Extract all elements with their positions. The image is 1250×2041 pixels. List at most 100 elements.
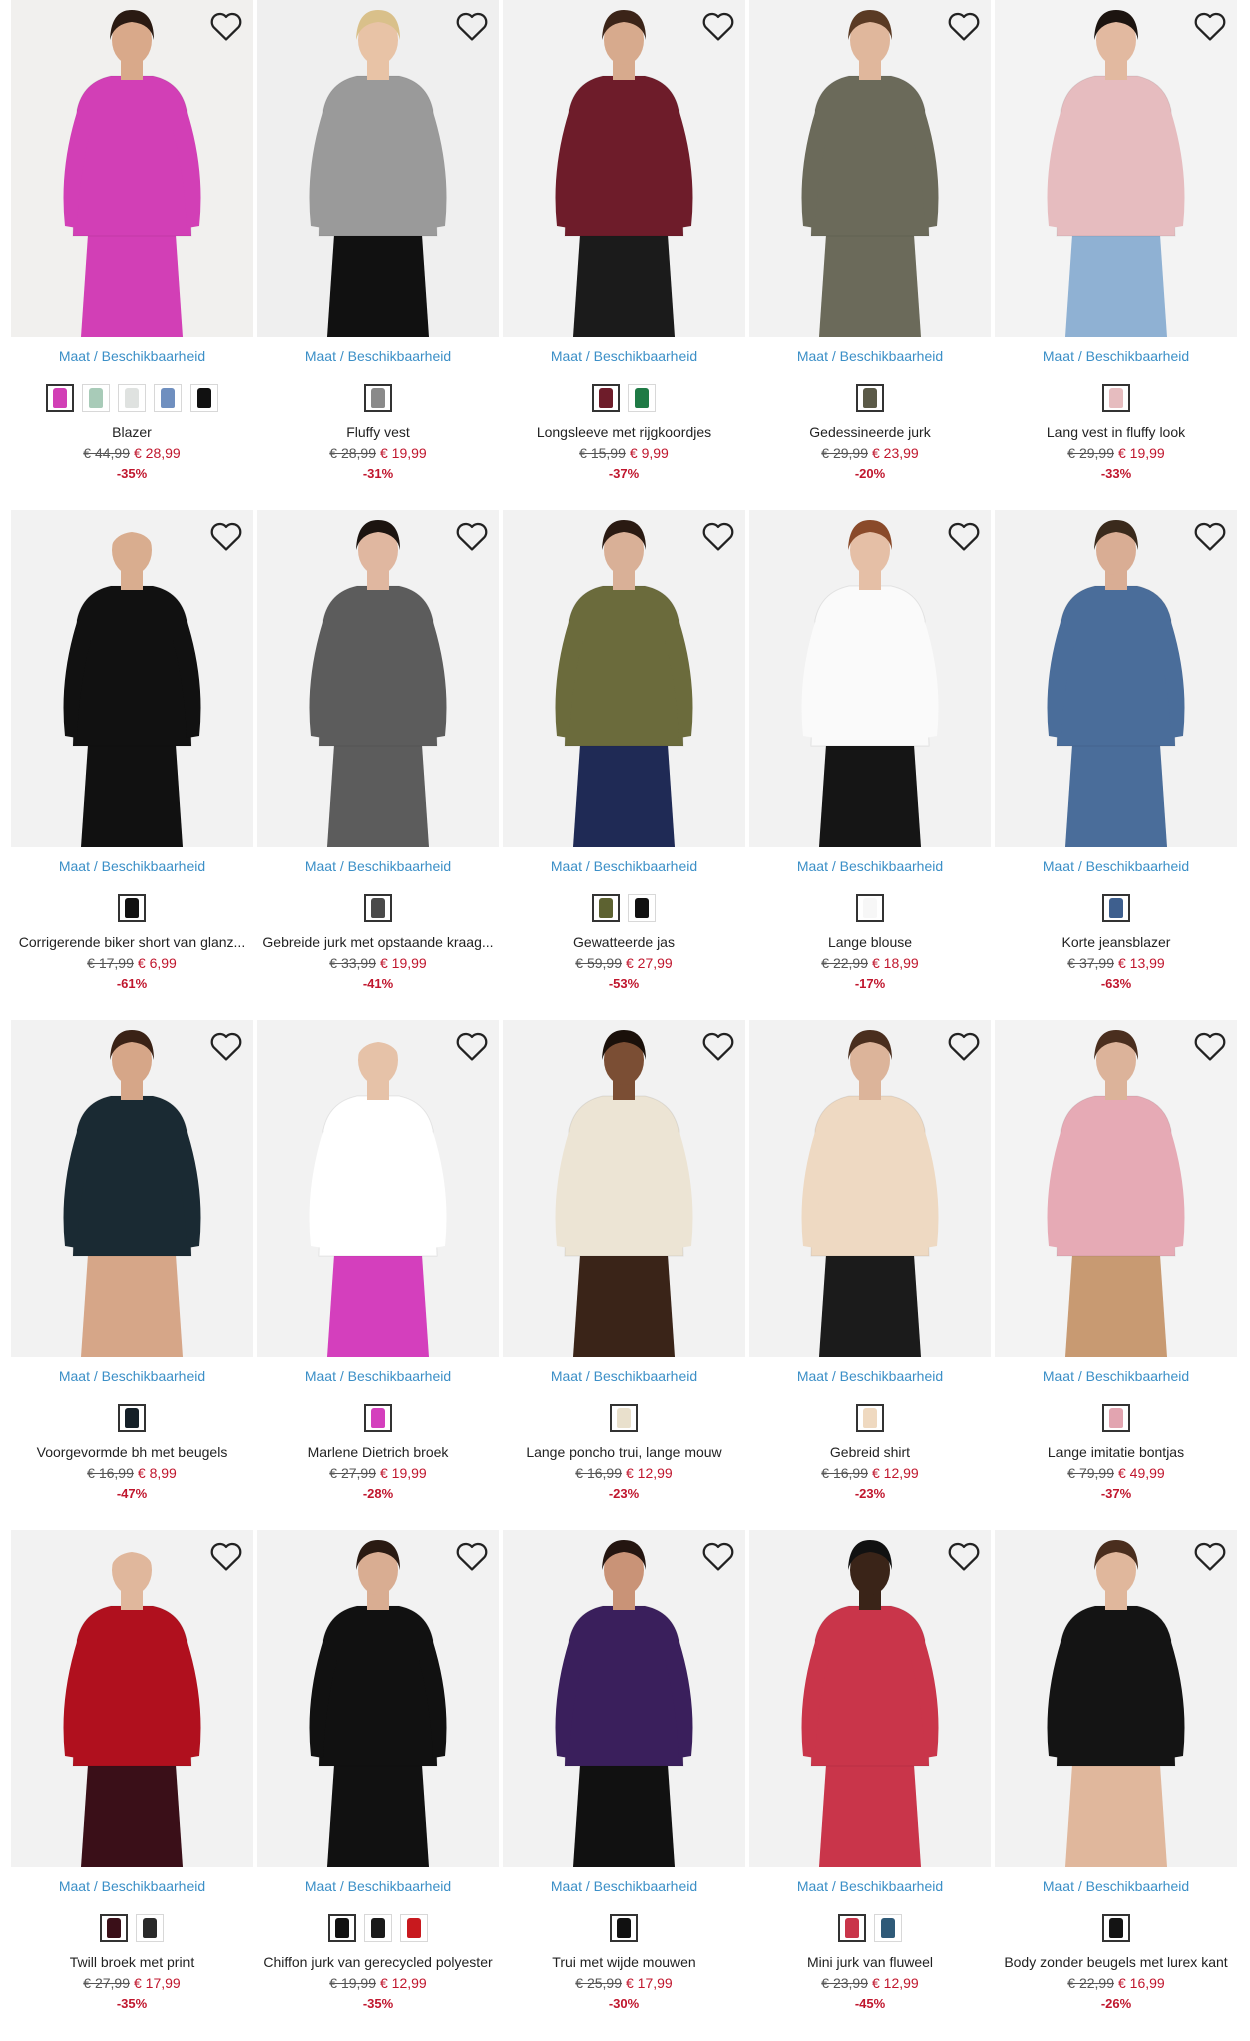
product-name[interactable]: Twill broek met print: [11, 1954, 253, 1970]
color-swatch[interactable]: [610, 1404, 638, 1432]
product-name[interactable]: Fluffy vest: [257, 424, 499, 440]
product-card[interactable]: Maat / Beschikbaarheid Chiffon jurk van g…: [257, 1530, 499, 2040]
product-name[interactable]: Chiffon jurk van gerecycled polyester: [257, 1954, 499, 1970]
color-swatch[interactable]: [364, 1914, 392, 1942]
size-availability-link[interactable]: Maat / Beschikbaarheid: [749, 348, 991, 364]
wishlist-button[interactable]: [947, 1540, 981, 1572]
wishlist-button[interactable]: [455, 1030, 489, 1062]
product-photo[interactable]: [503, 1530, 745, 1867]
product-photo[interactable]: [257, 1020, 499, 1357]
product-card[interactable]: Maat / Beschikbaarheid Lange poncho trui,…: [503, 1020, 745, 1530]
product-name[interactable]: Trui met wijde mouwen: [503, 1954, 745, 1970]
color-swatch[interactable]: [400, 1914, 428, 1942]
product-name[interactable]: Body zonder beugels met lurex kant: [995, 1954, 1237, 1970]
wishlist-button[interactable]: [455, 10, 489, 42]
size-availability-link[interactable]: Maat / Beschikbaarheid: [11, 1878, 253, 1894]
product-name[interactable]: Gewatteerde jas: [503, 934, 745, 950]
product-card[interactable]: Maat / Beschikbaarheid Gebreide jurk met …: [257, 510, 499, 1020]
product-card[interactable]: Maat / Beschikbaarheid Longsleeve met rij…: [503, 0, 745, 510]
product-photo[interactable]: [503, 1020, 745, 1357]
product-photo[interactable]: [995, 510, 1237, 847]
color-swatch[interactable]: [118, 894, 146, 922]
color-swatch[interactable]: [592, 384, 620, 412]
size-availability-link[interactable]: Maat / Beschikbaarheid: [257, 348, 499, 364]
product-photo[interactable]: [995, 1530, 1237, 1867]
product-photo[interactable]: [11, 0, 253, 337]
product-name[interactable]: Longsleeve met rijgkoordjes: [503, 424, 745, 440]
product-photo[interactable]: [749, 510, 991, 847]
size-availability-link[interactable]: Maat / Beschikbaarheid: [257, 1368, 499, 1384]
product-photo[interactable]: [11, 1530, 253, 1867]
color-swatch[interactable]: [46, 384, 74, 412]
product-photo[interactable]: [503, 510, 745, 847]
color-swatch[interactable]: [874, 1914, 902, 1942]
product-card[interactable]: Maat / Beschikbaarheid Korte jeansblazer €…: [995, 510, 1237, 1020]
wishlist-button[interactable]: [209, 1540, 243, 1572]
color-swatch[interactable]: [1102, 1914, 1130, 1942]
size-availability-link[interactable]: Maat / Beschikbaarheid: [257, 858, 499, 874]
product-photo[interactable]: [11, 510, 253, 847]
product-photo[interactable]: [995, 0, 1237, 337]
color-swatch[interactable]: [328, 1914, 356, 1942]
product-card[interactable]: Maat / Beschikbaarheid Gewatteerde jas € 5…: [503, 510, 745, 1020]
product-card[interactable]: Maat / Beschikbaarheid Marlene Dietrich b…: [257, 1020, 499, 1530]
wishlist-button[interactable]: [455, 1540, 489, 1572]
size-availability-link[interactable]: Maat / Beschikbaarheid: [503, 1878, 745, 1894]
product-photo[interactable]: [749, 1020, 991, 1357]
color-swatch[interactable]: [1102, 384, 1130, 412]
product-card[interactable]: Maat / Beschikbaarheid Lange imitatie bon…: [995, 1020, 1237, 1530]
size-availability-link[interactable]: Maat / Beschikbaarheid: [749, 1878, 991, 1894]
size-availability-link[interactable]: Maat / Beschikbaarheid: [749, 858, 991, 874]
wishlist-button[interactable]: [701, 520, 735, 552]
product-name[interactable]: Gebreid shirt: [749, 1444, 991, 1460]
color-swatch[interactable]: [856, 894, 884, 922]
color-swatch[interactable]: [118, 1404, 146, 1432]
product-name[interactable]: Lange blouse: [749, 934, 991, 950]
product-photo[interactable]: [995, 1020, 1237, 1357]
product-name[interactable]: Lang vest in fluffy look: [995, 424, 1237, 440]
size-availability-link[interactable]: Maat / Beschikbaarheid: [503, 1368, 745, 1384]
product-card[interactable]: Maat / Beschikbaarheid Mini jurk van fluw…: [749, 1530, 991, 2040]
size-availability-link[interactable]: Maat / Beschikbaarheid: [11, 1368, 253, 1384]
color-swatch[interactable]: [856, 384, 884, 412]
product-name[interactable]: Gebreide jurk met opstaande kraag...: [257, 934, 499, 950]
product-photo[interactable]: [749, 0, 991, 337]
product-card[interactable]: Maat / Beschikbaarheid Body zonder beugel…: [995, 1530, 1237, 2040]
color-swatch[interactable]: [82, 384, 110, 412]
product-card[interactable]: Maat / Beschikbaarheid Gebreid shirt € 16,…: [749, 1020, 991, 1530]
product-photo[interactable]: [503, 0, 745, 337]
product-name[interactable]: Voorgevormde bh met beugels: [11, 1444, 253, 1460]
wishlist-button[interactable]: [1193, 10, 1227, 42]
color-swatch[interactable]: [364, 1404, 392, 1432]
product-name[interactable]: Mini jurk van fluweel: [749, 1954, 991, 1970]
color-swatch[interactable]: [154, 384, 182, 412]
product-photo[interactable]: [257, 0, 499, 337]
product-card[interactable]: Maat / Beschikbaarheid Trui met wijde mou…: [503, 1530, 745, 2040]
size-availability-link[interactable]: Maat / Beschikbaarheid: [995, 1878, 1237, 1894]
color-swatch[interactable]: [364, 384, 392, 412]
product-card[interactable]: Maat / Beschikbaarheid Lang vest in fluff…: [995, 0, 1237, 510]
wishlist-button[interactable]: [947, 1030, 981, 1062]
wishlist-button[interactable]: [209, 1030, 243, 1062]
color-swatch[interactable]: [1102, 1404, 1130, 1432]
size-availability-link[interactable]: Maat / Beschikbaarheid: [995, 1368, 1237, 1384]
product-name[interactable]: Lange imitatie bontjas: [995, 1444, 1237, 1460]
product-card[interactable]: Maat / Beschikbaarheid Voorgevormde bh me…: [11, 1020, 253, 1530]
size-availability-link[interactable]: Maat / Beschikbaarheid: [995, 858, 1237, 874]
wishlist-button[interactable]: [209, 10, 243, 42]
product-photo[interactable]: [11, 1020, 253, 1357]
size-availability-link[interactable]: Maat / Beschikbaarheid: [503, 348, 745, 364]
color-swatch[interactable]: [118, 384, 146, 412]
wishlist-button[interactable]: [947, 520, 981, 552]
product-name[interactable]: Gedessineerde jurk: [749, 424, 991, 440]
product-photo[interactable]: [257, 1530, 499, 1867]
wishlist-button[interactable]: [209, 520, 243, 552]
color-swatch[interactable]: [1102, 894, 1130, 922]
color-swatch[interactable]: [838, 1914, 866, 1942]
color-swatch[interactable]: [592, 894, 620, 922]
product-card[interactable]: Maat / Beschikbaarheid Corrigerende biker…: [11, 510, 253, 1020]
color-swatch[interactable]: [190, 384, 218, 412]
color-swatch[interactable]: [610, 1914, 638, 1942]
wishlist-button[interactable]: [701, 1030, 735, 1062]
color-swatch[interactable]: [856, 1404, 884, 1432]
